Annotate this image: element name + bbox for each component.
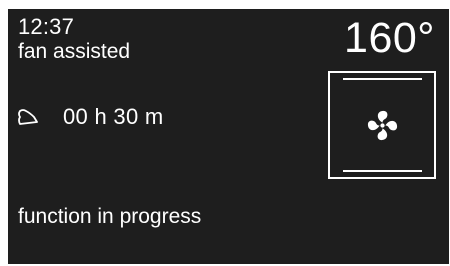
timer-duration: 00 h 30 m bbox=[63, 104, 164, 129]
bottom-heater-line bbox=[343, 170, 422, 172]
display-panel: 12:37 fan assisted 160° 00 h 30 m functi… bbox=[8, 9, 449, 264]
timer-row[interactable]: 00 h 30 m bbox=[17, 104, 164, 130]
clock-time: 12:37 bbox=[18, 14, 75, 39]
cooking-mode: fan assisted bbox=[18, 40, 131, 63]
bell-icon bbox=[18, 109, 38, 125]
function-indicator[interactable] bbox=[328, 71, 436, 179]
oven-display-screen: 12:37 fan assisted 160° 00 h 30 m functi… bbox=[0, 0, 450, 266]
status-text: function in progress bbox=[18, 205, 202, 228]
temperature-value[interactable]: 160° bbox=[344, 13, 435, 63]
top-heater-line bbox=[343, 78, 422, 80]
fan-icon bbox=[367, 110, 398, 141]
